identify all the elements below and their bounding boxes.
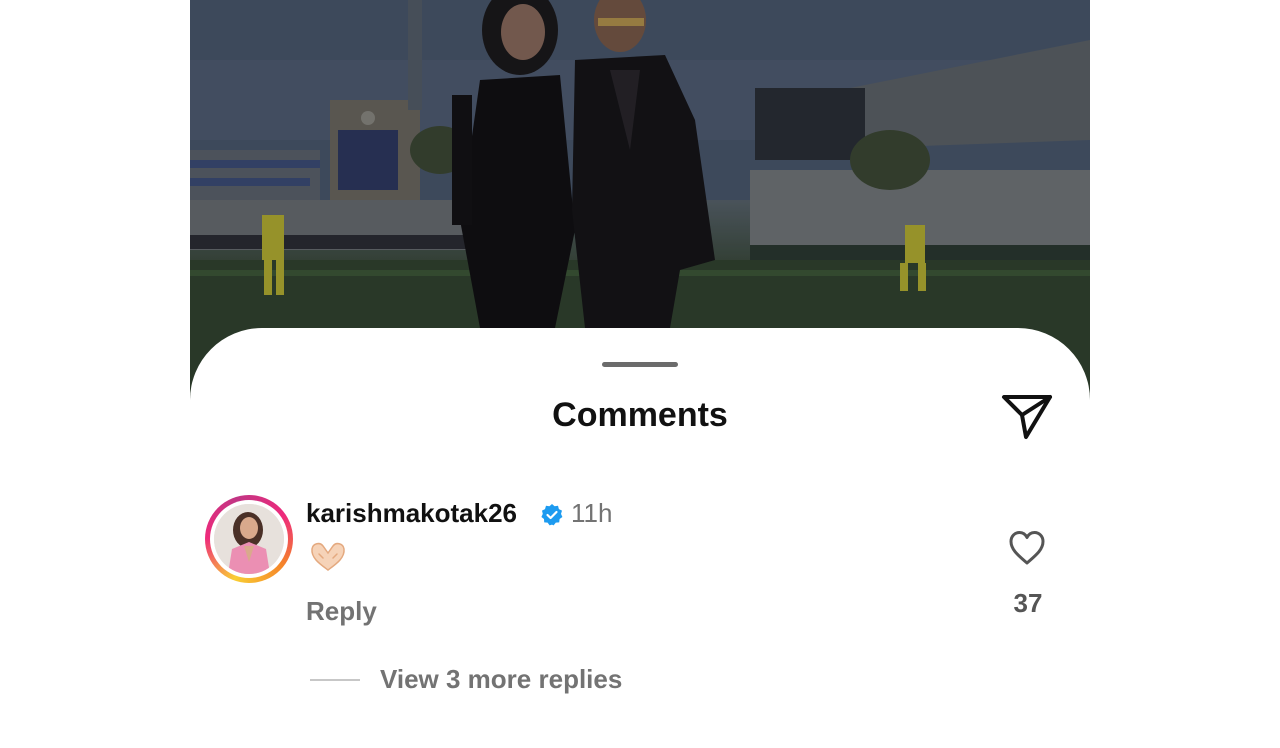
- heart-outline-icon[interactable]: [1008, 530, 1046, 566]
- sheet-drag-handle[interactable]: [602, 362, 678, 367]
- sheet-title: Comments: [552, 396, 728, 434]
- view-more-replies-button[interactable]: View 3 more replies: [380, 664, 622, 695]
- reply-button[interactable]: Reply: [306, 596, 377, 627]
- comments-sheet: [190, 328, 1090, 748]
- heart-hands-emoji: [308, 540, 348, 574]
- verified-badge-icon: [540, 503, 564, 527]
- like-count: 37: [1013, 588, 1043, 618]
- avatar-photo: [214, 504, 284, 574]
- comment-timestamp: 11h: [571, 498, 613, 528]
- comment-username[interactable]: karishmakotak26: [306, 498, 517, 529]
- avatar[interactable]: [205, 495, 293, 583]
- replies-divider: [310, 679, 360, 681]
- send-icon[interactable]: [1000, 392, 1054, 440]
